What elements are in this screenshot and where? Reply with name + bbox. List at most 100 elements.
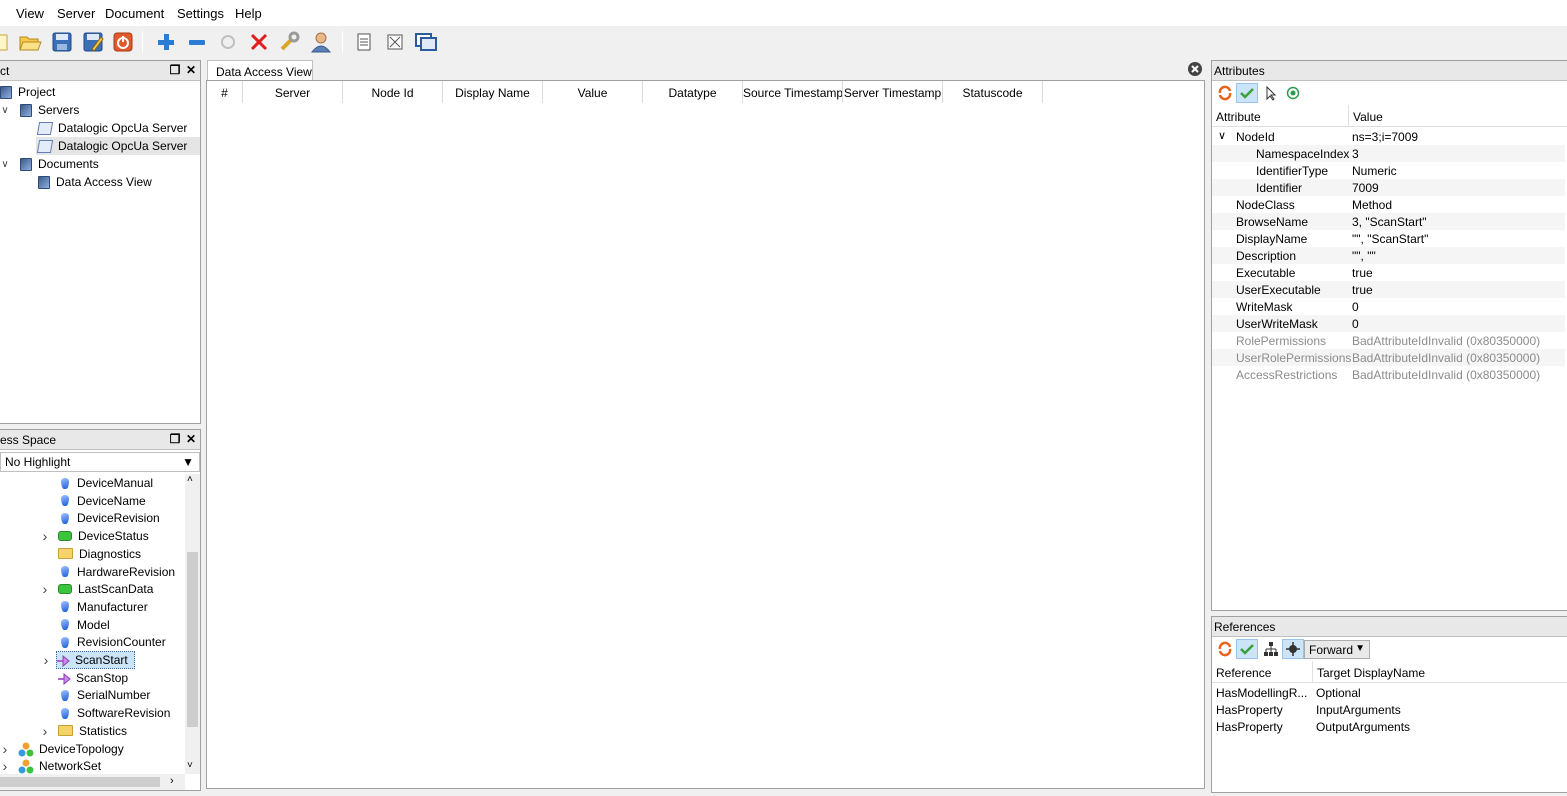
grid-column-header[interactable]: Display Name xyxy=(443,81,543,103)
scroll-up-icon[interactable]: ˄ xyxy=(187,474,193,485)
grid-column-header[interactable]: Server Timestamp xyxy=(843,81,943,103)
refresh-disabled-icon[interactable] xyxy=(215,29,241,55)
new-project-icon[interactable] xyxy=(0,29,14,55)
value-col-header[interactable]: Value xyxy=(1353,110,1383,124)
grid-column-header[interactable]: Node Id xyxy=(343,81,443,103)
attribute-row[interactable]: DisplayName "", "ScanStart" xyxy=(1212,230,1565,247)
cursor-icon[interactable] xyxy=(1260,83,1282,103)
hierarchy-icon[interactable] xyxy=(1260,639,1282,659)
grid-column-header[interactable]: # xyxy=(207,81,243,103)
attribute-row[interactable]: WriteMask 0 xyxy=(1212,298,1565,315)
close-icon[interactable]: ✕ xyxy=(184,63,198,77)
reference-col-header[interactable]: Reference xyxy=(1216,666,1271,680)
close-document-icon[interactable] xyxy=(382,29,408,55)
user-icon[interactable] xyxy=(308,29,334,55)
chevron-right-icon[interactable]: › xyxy=(41,652,51,668)
chevron-right-icon[interactable]: › xyxy=(40,581,50,597)
menu-server[interactable]: Server xyxy=(57,6,95,21)
attribute-row[interactable]: Identifier 7009 xyxy=(1212,179,1565,196)
tab-data-access-view[interactable]: Data Access View xyxy=(207,60,313,81)
float-icon[interactable]: ❐ xyxy=(168,432,182,446)
address-tree-item[interactable]: DeviceManual xyxy=(40,474,153,492)
attribute-row[interactable]: AccessRestrictions BadAttributeIdInvalid … xyxy=(1212,366,1565,383)
exit-icon[interactable] xyxy=(110,29,136,55)
reference-row[interactable]: HasProperty InputArguments xyxy=(1212,701,1567,718)
chevron-right-icon[interactable]: › xyxy=(0,758,10,774)
scroll-thumb[interactable] xyxy=(187,552,198,727)
address-tree-item[interactable]: › ScanStart xyxy=(44,651,135,669)
tree-item-server[interactable]: Datalogic OpcUa Server xyxy=(36,119,187,137)
highlight-select[interactable]: No Highlight ▼ xyxy=(0,452,200,472)
attribute-col-header[interactable]: Attribute xyxy=(1216,110,1261,124)
windows-icon[interactable] xyxy=(413,29,439,55)
tree-item-project[interactable]: Project xyxy=(0,83,55,101)
tree-item-data-access-view[interactable]: Data Access View xyxy=(38,173,152,191)
menu-settings[interactable]: Settings xyxy=(177,6,224,21)
address-tree-item[interactable]: › DeviceStatus xyxy=(40,527,149,545)
chevron-down-icon[interactable]: ∨ xyxy=(1218,129,1226,142)
attribute-row[interactable]: Description "", "" xyxy=(1212,247,1565,264)
attribute-row[interactable]: RolePermissions BadAttributeIdInvalid (0x… xyxy=(1212,332,1565,349)
tree-item-servers[interactable]: ∨ Servers xyxy=(0,101,79,119)
address-hscrollbar[interactable]: › xyxy=(0,774,185,790)
wrench-icon[interactable] xyxy=(277,29,303,55)
address-tree-item[interactable]: Model xyxy=(40,616,110,634)
document-icon[interactable] xyxy=(351,29,377,55)
delete-icon[interactable] xyxy=(246,29,272,55)
address-tree-item[interactable]: › NetworkSet xyxy=(0,757,101,775)
close-icon[interactable]: ✕ xyxy=(184,432,198,446)
refresh-icon[interactable] xyxy=(1214,83,1236,103)
tree-item-server-selected[interactable]: Datalogic OpcUa Server xyxy=(36,137,200,155)
scroll-down-icon[interactable]: ˅ xyxy=(187,760,193,771)
hscroll-thumb[interactable] xyxy=(0,777,160,787)
address-tree-item[interactable]: Diagnostics xyxy=(40,545,141,563)
check-icon[interactable] xyxy=(1236,83,1258,103)
address-tree-item[interactable]: › DeviceTopology xyxy=(0,740,124,758)
target-icon[interactable] xyxy=(1282,83,1304,103)
grid-column-header[interactable]: Statuscode xyxy=(943,81,1043,103)
address-tree-item[interactable]: › Statistics xyxy=(40,722,127,740)
refresh-icon[interactable] xyxy=(1214,639,1236,659)
attribute-row[interactable]: NamespaceIndex 3 xyxy=(1212,145,1565,162)
float-icon[interactable]: ❐ xyxy=(168,63,182,77)
save-icon[interactable] xyxy=(49,29,75,55)
grid-column-header[interactable]: Server xyxy=(243,81,343,103)
address-tree-item[interactable]: Manufacturer xyxy=(40,598,148,616)
attribute-row[interactable]: NodeClass Method xyxy=(1212,196,1565,213)
check-icon[interactable] xyxy=(1236,639,1258,659)
target-col-header[interactable]: Target DisplayName xyxy=(1317,666,1425,680)
address-tree-item[interactable]: HardwareRevision xyxy=(40,563,175,581)
direction-select[interactable]: Forward ▼ xyxy=(1304,640,1370,659)
chevron-down-icon[interactable]: ∨ xyxy=(0,105,10,116)
menu-view[interactable]: View xyxy=(16,6,44,21)
grid-column-header[interactable]: Source Timestamp xyxy=(743,81,843,103)
address-scrollbar[interactable]: ˄ ˅ xyxy=(185,474,200,774)
grid-column-header[interactable]: Value xyxy=(543,81,643,103)
reference-row[interactable]: HasProperty OutputArguments xyxy=(1212,718,1567,735)
chevron-right-icon[interactable]: › xyxy=(40,528,50,544)
attribute-row[interactable]: ∨ NodeId ns=3;i=7009 xyxy=(1212,128,1565,145)
attribute-row[interactable]: IdentifierType Numeric xyxy=(1212,162,1565,179)
network-icon[interactable] xyxy=(1282,639,1304,659)
open-folder-icon[interactable] xyxy=(17,29,43,55)
reference-row[interactable]: HasModellingR... Optional xyxy=(1212,684,1567,701)
remove-icon[interactable] xyxy=(184,29,210,55)
address-tree-item[interactable]: DeviceName xyxy=(40,492,146,510)
close-view-icon[interactable] xyxy=(1187,61,1204,78)
address-tree-item[interactable]: SerialNumber xyxy=(40,686,150,704)
grid-column-header[interactable]: Datatype xyxy=(643,81,743,103)
attribute-row[interactable]: BrowseName 3, "ScanStart" xyxy=(1212,213,1565,230)
address-tree-item[interactable]: › LastScanData xyxy=(40,580,154,598)
address-tree-item[interactable]: ScanStop xyxy=(40,669,128,687)
menu-help[interactable]: Help xyxy=(235,6,262,21)
attribute-row[interactable]: UserRolePermissions BadAttributeIdInvalid… xyxy=(1212,349,1565,366)
address-tree-item[interactable]: SoftwareRevision xyxy=(40,704,170,722)
tree-item-documents[interactable]: ∨ Documents xyxy=(0,155,98,173)
address-tree-item[interactable]: RevisionCounter xyxy=(40,633,166,651)
chevron-down-icon[interactable]: ∨ xyxy=(0,159,10,170)
scroll-right-icon[interactable]: › xyxy=(170,775,174,787)
attribute-row[interactable]: Executable true xyxy=(1212,264,1565,281)
chevron-right-icon[interactable]: › xyxy=(0,741,10,757)
address-tree-item[interactable]: DeviceRevision xyxy=(40,509,160,527)
add-icon[interactable] xyxy=(153,29,179,55)
